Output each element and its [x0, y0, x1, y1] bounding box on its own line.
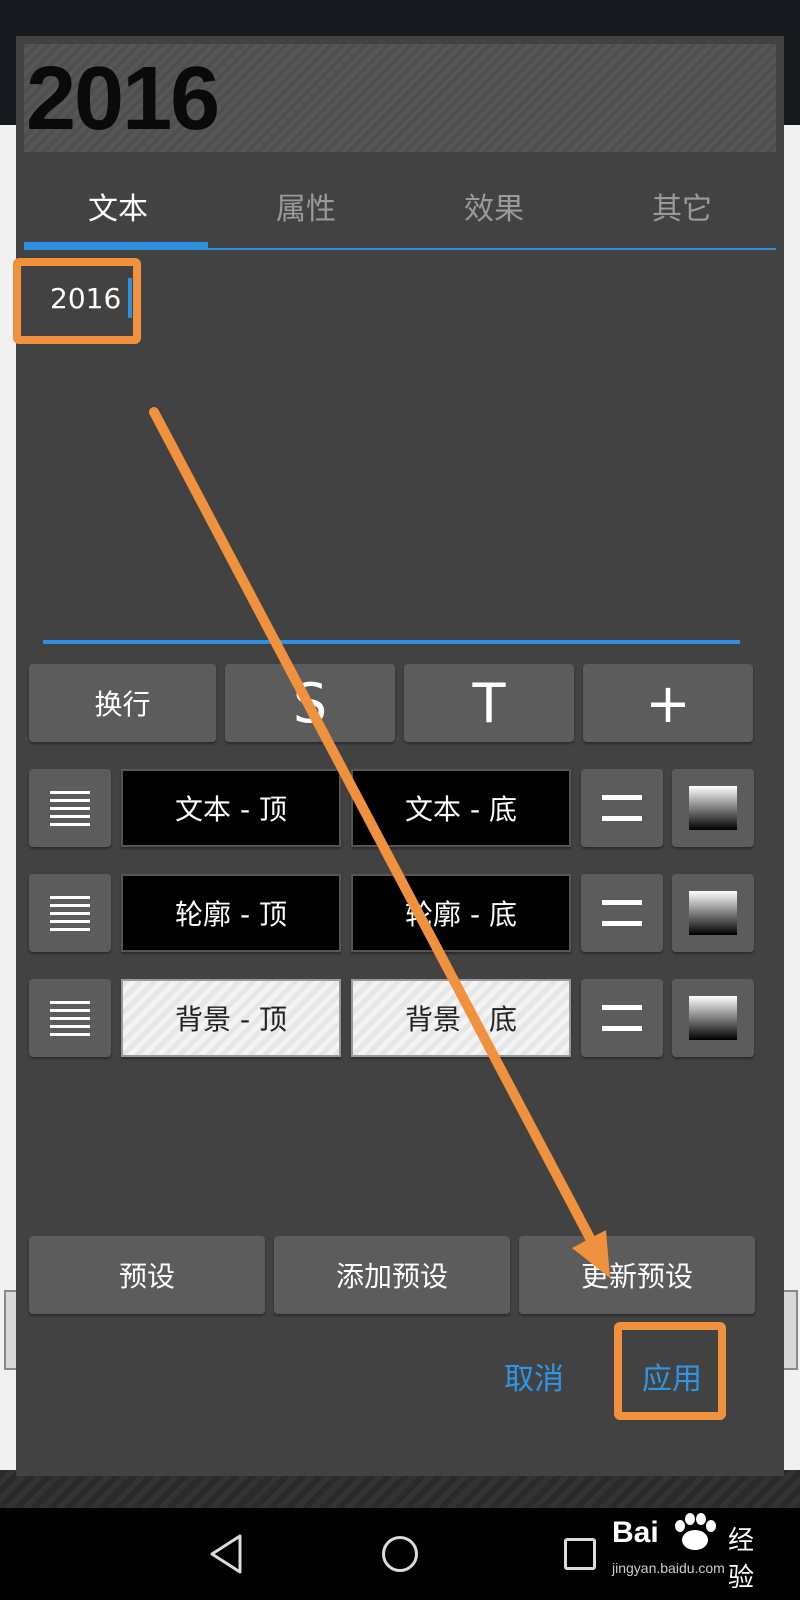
text-equal-button[interactable]	[581, 769, 663, 847]
equals-icon	[602, 795, 642, 821]
apply-highlight-box	[614, 1322, 726, 1420]
outline-lines-button[interactable]	[29, 874, 111, 952]
outline-bottom-color-button[interactable]: 轮廓 - 底	[351, 874, 571, 952]
tab-other[interactable]: 其它	[588, 164, 776, 248]
update-preset-button[interactable]: 更新预设	[519, 1236, 755, 1314]
cancel-button[interactable]: 取消	[484, 1336, 584, 1416]
add-button[interactable]: +	[583, 664, 753, 742]
outline-equal-button[interactable]	[581, 874, 663, 952]
watermark-sub: 经验	[728, 1526, 755, 1593]
outline-top-color-button[interactable]: 轮廓 - 顶	[121, 874, 341, 952]
baidu-watermark: Bai 经验 jingyan.baidu.com	[612, 1502, 762, 1593]
back-icon[interactable]	[208, 1532, 244, 1576]
text-preview: 2016	[24, 44, 776, 152]
gradient-icon	[689, 891, 737, 935]
watermark-url: jingyan.baidu.com	[612, 1560, 725, 1576]
outline-gradient-button[interactable]	[672, 874, 754, 952]
equals-icon	[602, 900, 642, 926]
tab-text[interactable]: 文本	[24, 164, 212, 248]
gradient-icon	[689, 996, 737, 1040]
wrap-button[interactable]: 换行	[29, 664, 216, 742]
tab-properties[interactable]: 属性	[212, 164, 400, 248]
background-equal-button[interactable]	[581, 979, 663, 1057]
text-bottom-color-button[interactable]: 文本 - 底	[351, 769, 571, 847]
home-icon[interactable]	[382, 1536, 418, 1572]
paw-icon	[675, 1513, 716, 1550]
text-gradient-button[interactable]	[672, 769, 754, 847]
lines-icon	[50, 1000, 90, 1036]
background-top-color-button[interactable]: 背景 - 顶	[121, 979, 341, 1057]
input-highlight-box	[13, 258, 141, 344]
text-editor-dialog: 2016 文本 属性 效果 其它 2016 换行 S T + 文本 - 顶 文本…	[16, 36, 784, 1476]
lines-icon	[50, 895, 90, 931]
tab-bar: 文本 属性 效果 其它	[24, 164, 776, 254]
text-top-color-button[interactable]: 文本 - 顶	[121, 769, 341, 847]
background-lines-button[interactable]	[29, 979, 111, 1057]
gradient-icon	[689, 786, 737, 830]
preview-text: 2016	[26, 49, 220, 149]
equals-icon	[602, 1005, 642, 1031]
text-t-button[interactable]: T	[404, 664, 574, 742]
tab-active-indicator	[24, 242, 208, 250]
stroke-s-button[interactable]: S	[225, 664, 395, 742]
watermark-brand: Bai	[612, 1516, 659, 1549]
tab-effects[interactable]: 效果	[400, 164, 588, 248]
lines-icon	[50, 790, 90, 826]
text-lines-button[interactable]	[29, 769, 111, 847]
add-preset-button[interactable]: 添加预设	[274, 1236, 510, 1314]
background-bottom-color-button[interactable]: 背景 - 底	[351, 979, 571, 1057]
recent-apps-icon[interactable]	[564, 1538, 596, 1570]
preset-button[interactable]: 预设	[29, 1236, 265, 1314]
text-input-underline	[43, 640, 740, 644]
background-gradient-button[interactable]	[672, 979, 754, 1057]
